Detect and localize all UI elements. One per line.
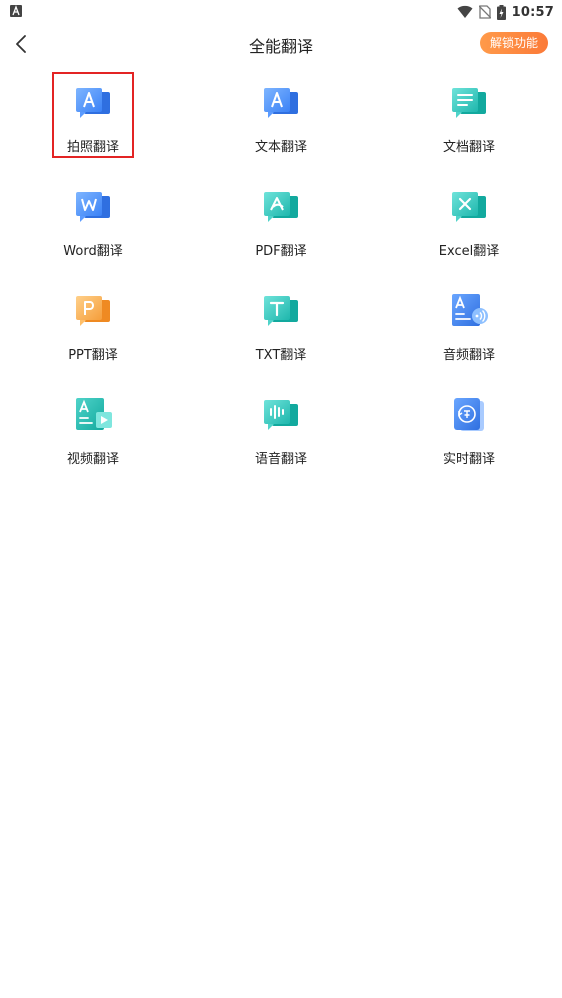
page-title: 全能翻译 (248, 37, 313, 56)
feature-photo-translate[interactable]: 拍照翻译 (48, 64, 138, 164)
audio-translate-icon (452, 294, 488, 326)
feature-label: PPT翻译 (68, 348, 118, 363)
feature-text-translate[interactable]: 文本翻译 (236, 64, 326, 164)
title-bar: 全能翻译 解锁功能 (0, 24, 562, 64)
unlock-features-button[interactable]: 解锁功能 (479, 32, 548, 54)
feature-video-translate[interactable]: 视频翻译 (48, 376, 138, 476)
voice-translate-icon (264, 400, 298, 430)
text-translate-icon (264, 88, 298, 118)
feature-voice-translate[interactable]: 语音翻译 (236, 376, 326, 476)
no-sim-icon (478, 5, 491, 19)
feature-realtime-translate[interactable]: 实时翻译 (424, 376, 514, 476)
video-translate-icon (76, 398, 112, 430)
feature-label: 文档翻译 (442, 140, 495, 155)
excel-translate-icon (452, 192, 486, 222)
feature-document-translate[interactable]: 文档翻译 (424, 64, 514, 164)
feature-excel-translate[interactable]: Excel翻译 (424, 168, 514, 268)
feature-label: 音频翻译 (442, 348, 495, 363)
status-bar: 10:57 (0, 0, 562, 24)
photo-translate-icon (76, 88, 110, 118)
feature-word-translate[interactable]: Word翻译 (48, 168, 138, 268)
pdf-translate-icon (264, 192, 298, 222)
wifi-icon (457, 5, 473, 18)
document-translate-icon (452, 88, 486, 118)
realtime-translate-icon (454, 398, 484, 431)
feature-label: PDF翻译 (255, 244, 307, 259)
word-translate-icon (76, 192, 110, 222)
feature-label: 语音翻译 (254, 452, 307, 467)
feature-txt-translate[interactable]: TXT翻译 (236, 272, 326, 372)
feature-label: 实时翻译 (442, 452, 495, 467)
feature-pdf-translate[interactable]: PDF翻译 (236, 168, 326, 268)
feature-label: 视频翻译 (66, 452, 119, 467)
txt-translate-icon (264, 296, 298, 326)
feature-label: TXT翻译 (255, 348, 307, 363)
feature-label: 文本翻译 (254, 140, 307, 155)
feature-ppt-translate[interactable]: PPT翻译 (48, 272, 138, 372)
feature-label: Excel翻译 (438, 244, 500, 259)
feature-label: 拍照翻译 (66, 140, 119, 155)
battery-charging-icon (496, 4, 506, 20)
ppt-translate-icon (76, 296, 110, 326)
app-notification-icon (10, 5, 22, 17)
feature-label: Word翻译 (63, 244, 123, 259)
feature-audio-translate[interactable]: 音频翻译 (424, 272, 514, 372)
status-time: 10:57 (511, 4, 554, 20)
